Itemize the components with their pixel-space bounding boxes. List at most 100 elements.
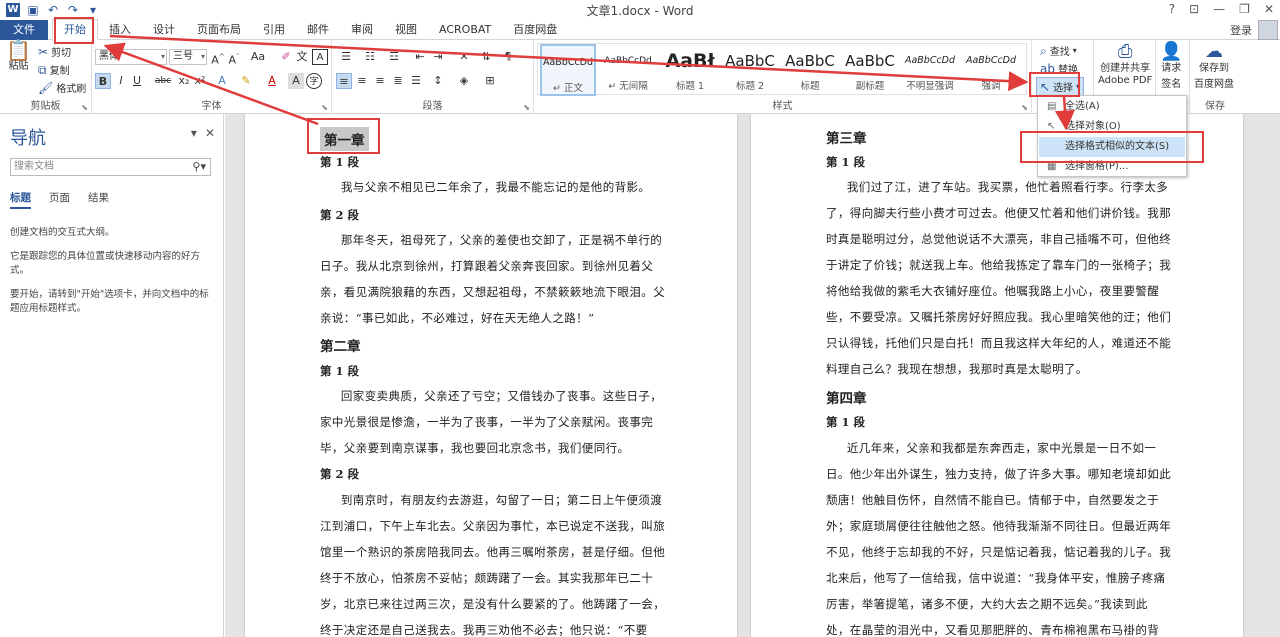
paragraph-line[interactable]: 到南京时，有朋友约去游逛，勾留了一日；第二日上午便须渡 — [329, 492, 662, 508]
style-title[interactable]: AaBbC 标题 — [780, 44, 840, 96]
paragraph-line[interactable]: 岁，北京已来往过两三次，是没有什么要紧的了。他踌躇了一会， — [320, 596, 665, 612]
font-size-combo[interactable]: 三号 ▾ — [169, 49, 207, 65]
chapter-heading[interactable]: 第四章 — [826, 387, 867, 407]
char-shading-icon[interactable]: A — [288, 73, 304, 89]
paragraph-line[interactable]: 时真是聪明过分，总觉他说话不大漂亮，非自己插嘴不可，但他终 — [826, 231, 1171, 247]
distributed-icon[interactable]: ☰ — [408, 73, 424, 89]
decrease-indent-icon[interactable]: ⇤ — [412, 49, 428, 65]
paragraph-line[interactable]: 了，得向脚夫行些小费才可过去。他便又忙着和他们讲价钱。我那 — [826, 205, 1171, 221]
tab-acrobat[interactable]: ACROBAT — [428, 20, 502, 40]
save-to-baidu-button[interactable]: ☁ 保存到 百度网盘 — [1194, 43, 1234, 91]
tab-baidu-netdisk[interactable]: 百度网盘 — [502, 20, 568, 40]
show-marks-icon[interactable]: ¶ — [500, 49, 516, 65]
document-area[interactable]: 第一章第 1 段 我与父亲不相见已二年余了，我最不能忘记的是他的背影。第 2 段… — [225, 114, 1280, 637]
request-signature-button[interactable]: 👤 请求 签名 — [1160, 43, 1182, 91]
paragraph-line[interactable]: 毕，父亲要到南京谋事，我也要回北京念书，我们便同行。 — [320, 440, 629, 456]
paragraph-line[interactable]: 厉害，举箸提笔，诸多不便，大约大去之期不远矣。”我读到此 — [826, 596, 1148, 612]
tab-references[interactable]: 引用 — [252, 20, 296, 40]
paragraph-line[interactable]: 颓唐！他触目伤怀，自然情不能自已。情郁于中，自然要发之于 — [826, 492, 1159, 508]
multilevel-list-icon[interactable]: ☲ — [384, 49, 404, 65]
menu-select-all[interactable]: ▤ 全选(A) — [1039, 97, 1185, 117]
paragraph-line[interactable]: 料理自己么？我现在想想，我那时真是太聪明了。 — [826, 361, 1088, 377]
font-name-combo[interactable]: 黑体 ▾ — [95, 49, 167, 65]
paragraph-line[interactable]: 处，在晶莹的泪光中，又看见那肥胖的、青布棉袍黑布马褂的背 — [826, 622, 1159, 637]
paragraph-line[interactable]: 终于不放心，怕茶房不妥帖；颇踌躇了一会。其实我那年已二十 — [320, 570, 653, 586]
strikethrough-button[interactable]: abc — [152, 73, 174, 89]
customize-qat-icon[interactable]: ▾ — [86, 3, 100, 17]
change-case-button[interactable]: Aa — [246, 49, 270, 65]
find-button[interactable]: ⌕ 查找 ▾ — [1040, 43, 1077, 59]
style-no-spacing[interactable]: AaBbCcDd ↵ 无间隔 — [598, 44, 658, 96]
superscript-button[interactable]: x² — [192, 73, 208, 89]
dialog-launcher-icon[interactable]: ⬊ — [523, 103, 530, 112]
paragraph-line[interactable]: 于讲定了价钱；就送我上车。他给我拣定了靠车门的一张椅子；我 — [826, 257, 1171, 273]
redo-icon[interactable]: ↷ — [66, 3, 80, 17]
paragraph-line[interactable]: 些，不要受凉。又嘱托茶房好好照应我。我心里暗笑他的迂；他们 — [826, 309, 1171, 325]
section-heading[interactable]: 第 1 段 — [826, 414, 865, 430]
tab-file[interactable]: 文件 — [0, 19, 48, 40]
enclose-char-icon[interactable]: 字 — [306, 73, 322, 89]
grow-font-button[interactable]: A^ — [210, 49, 226, 67]
tab-insert[interactable]: 插入 — [98, 20, 142, 40]
document-page-2[interactable]: 第三章第 1 段 我们过了江，进了车站。我买票，他忙着照看行李。行李太多 了，得向… — [751, 114, 1243, 637]
tab-review[interactable]: 审阅 — [340, 20, 384, 40]
tab-mailings[interactable]: 邮件 — [296, 20, 340, 40]
style-heading-2[interactable]: AaBbC 标题 2 — [720, 44, 780, 96]
paragraph-line[interactable]: 亲说：“事已如此，不必难过，好在天无绝人之路！” — [320, 310, 594, 326]
bold-button[interactable]: B — [95, 73, 111, 89]
text-effects-icon[interactable]: A — [214, 73, 230, 89]
search-icon[interactable]: ⚲▾ — [192, 159, 206, 175]
paragraph-line[interactable]: 亲，看见满院狼藉的东西，又想起祖母，不禁簌簌地流下眼泪。父 — [320, 284, 665, 300]
style-heading-1[interactable]: AaBł 标题 1 — [660, 44, 720, 96]
paragraph-line[interactable]: 北来后，他写了一信给我，信中说道：“我身体平安，惟膀子疼痛 — [826, 570, 1165, 586]
nav-close-icon[interactable]: ✕ — [205, 126, 215, 140]
tab-view[interactable]: 视图 — [384, 20, 428, 40]
create-share-pdf-button[interactable]: ⎙ 创建并共享 Adobe PDF — [1098, 43, 1152, 87]
document-page-1[interactable]: 第一章第 1 段 我与父亲不相见已二年余了，我最不能忘记的是他的背影。第 2 段… — [245, 114, 737, 637]
style-subtitle[interactable]: AaBbC 副标题 — [840, 44, 900, 96]
paragraph-line[interactable]: 终于决定还是自己送我去。我再三劝他不必去；他只说：“不要 — [320, 622, 648, 637]
paragraph-line[interactable]: 回家变卖典质，父亲还了亏空；又借钱办了丧事。这些日子， — [329, 388, 662, 404]
ribbon-display-button[interactable]: ⊡ — [1189, 2, 1199, 16]
bullets-icon[interactable]: ☰ — [336, 49, 356, 65]
dialog-launcher-icon[interactable]: ⬊ — [1021, 103, 1028, 112]
align-center-icon[interactable]: ≡ — [354, 73, 370, 89]
paragraph-line[interactable]: 那年冬天，祖母死了，父亲的差使也交卸了，正是祸不单行的 — [329, 232, 662, 248]
undo-icon[interactable]: ↶ — [46, 3, 60, 17]
paste-button[interactable]: 📋 粘贴 — [6, 40, 31, 72]
char-border-icon[interactable]: A — [312, 49, 328, 65]
dialog-launcher-icon[interactable]: ⬊ — [81, 103, 88, 112]
highlight-icon[interactable]: ✎ — [238, 73, 254, 89]
tab-layout[interactable]: 页面布局 — [186, 20, 252, 40]
line-spacing-icon[interactable]: ↕ — [430, 73, 446, 89]
section-heading[interactable]: 第 1 段 — [826, 154, 865, 170]
cut-button[interactable]: ✂ 剪切 — [38, 44, 71, 60]
chapter-heading[interactable]: 第二章 — [320, 335, 361, 355]
paragraph-line[interactable]: 外；家庭琐屑便往往触他之怒。他待我渐渐不同往日。但最近两年 — [826, 518, 1171, 534]
align-right-icon[interactable]: ≡ — [372, 73, 388, 89]
style-emphasis[interactable]: AaBbCcDd 强调 — [960, 44, 1022, 96]
paragraph-line[interactable]: 只认得钱，托他们只是白托！而且我这样大年纪的人，难道还不能 — [826, 335, 1171, 351]
borders-icon[interactable]: ⊞ — [482, 73, 498, 89]
avatar[interactable] — [1258, 20, 1278, 40]
paragraph-line[interactable]: 家中光景很是惨澹，一半为了丧事，一半为了父亲赋闲。丧事完 — [320, 414, 653, 430]
paragraph-line[interactable]: 日。他少年出外谋生，独力支持，做了许多大事。哪知老境却如此 — [826, 466, 1171, 482]
subscript-button[interactable]: x₂ — [176, 73, 192, 89]
close-button[interactable]: ✕ — [1264, 2, 1274, 16]
section-heading[interactable]: 第 1 段 — [320, 363, 359, 379]
login-link[interactable]: 登录 — [1230, 22, 1252, 38]
justify-icon[interactable]: ≣ — [390, 73, 406, 89]
minimize-button[interactable]: — — [1213, 2, 1225, 16]
nav-tab-headings[interactable]: 标题 — [10, 190, 31, 209]
shading-icon[interactable]: ◈ — [456, 73, 472, 89]
style-subtle-emphasis[interactable]: AaBbCcDd 不明显强调 — [900, 44, 960, 96]
numbering-icon[interactable]: ☷ — [360, 49, 380, 65]
nav-tab-results[interactable]: 结果 — [88, 190, 109, 209]
paragraph-line[interactable]: 我们过了江，进了车站。我买票，他忙着照看行李。行李太多 — [835, 179, 1168, 195]
paragraph-line[interactable]: 不见，他终于忘却我的不好，只是惦记着我，惦记着我的儿子。我 — [826, 544, 1171, 560]
increase-indent-icon[interactable]: ⇥ — [430, 49, 446, 65]
paragraph-line[interactable]: 馆里一个熟识的茶房陪我同去。他再三嘱咐茶房，甚是仔细。但他 — [320, 544, 665, 560]
paragraph-line[interactable]: 近几年来，父亲和我都是东奔西走，家中光景是一日不如一 — [835, 440, 1156, 456]
dialog-launcher-icon[interactable]: ⬊ — [321, 103, 328, 112]
copy-button[interactable]: ⧉ 复制 — [38, 62, 70, 78]
